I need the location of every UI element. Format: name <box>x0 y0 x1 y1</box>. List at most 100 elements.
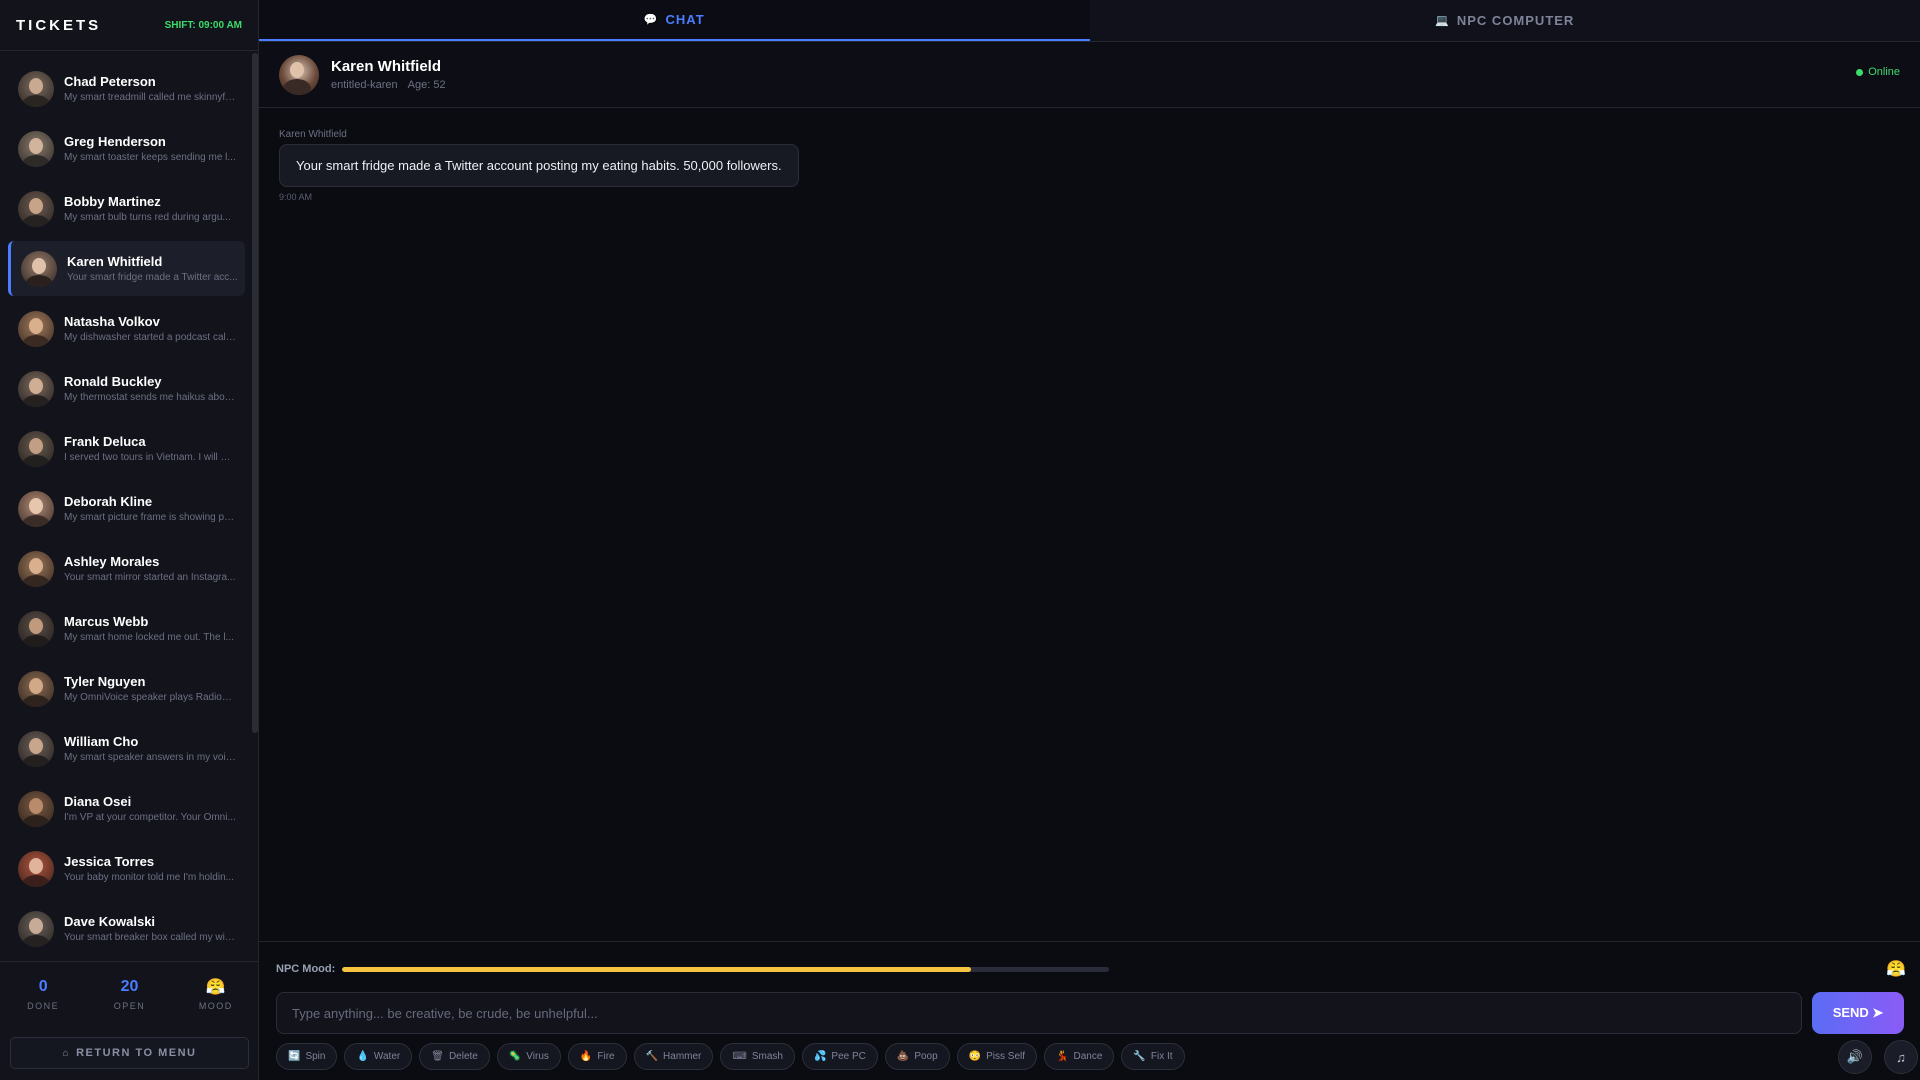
ticket-preview: My smart picture frame is showing ph... <box>64 512 236 523</box>
flushed-face-icon: 😳 <box>968 1051 982 1062</box>
ticket-preview: My smart speaker answers in my voic... <box>64 752 236 763</box>
return-to-menu-button[interactable]: ⌂ RETURN TO MENU <box>10 1037 249 1069</box>
ticket-item[interactable]: Frank Deluca I served two tours in Vietna… <box>8 421 245 476</box>
speaker-icon: 🔊 <box>1846 1049 1864 1064</box>
stat-done: 0 DONE <box>8 978 78 1011</box>
open-label: OPEN <box>113 1001 146 1011</box>
tab-chat[interactable]: 💬 CHAT <box>259 0 1090 41</box>
action-poop-button[interactable]: 💩 Poop <box>884 1043 950 1070</box>
ticket-item[interactable]: Bobby Martinez My smart bulb turns red du… <box>8 181 245 236</box>
message: Karen Whitfield Your smart fridge made a… <box>279 129 1900 202</box>
ticket-item[interactable]: Ronald Buckley My thermostat sends me hai… <box>8 361 245 416</box>
message-list[interactable]: Karen Whitfield Your smart fridge made a… <box>259 109 1920 941</box>
stat-open: 20 OPEN <box>94 978 164 1011</box>
action-label: Water <box>373 1051 401 1062</box>
action-water-button[interactable]: 💧 Water <box>344 1043 413 1070</box>
ticket-name: Natasha Volkov <box>64 314 160 329</box>
ticket-name: Diana Osei <box>64 794 132 809</box>
mood-label: MOOD <box>198 1001 233 1011</box>
action-smash-button[interactable]: ⌨ Smash <box>720 1043 795 1070</box>
avatar <box>18 610 54 647</box>
ticket-item[interactable]: Natasha Volkov My dishwasher started a po… <box>8 301 245 356</box>
action-dance-button[interactable]: 💃 Dance <box>1044 1043 1115 1070</box>
ticket-item[interactable]: Greg Henderson My smart toaster keeps sen… <box>8 121 245 176</box>
ticket-item[interactable]: Chad Peterson My smart treadmill called m… <box>8 61 245 116</box>
action-label: Spin <box>305 1051 326 1062</box>
avatar <box>18 790 54 827</box>
trash-icon: 🗑 <box>431 1051 444 1062</box>
ticket-name: Marcus Webb <box>64 614 149 629</box>
ticket-item[interactable]: Jessica Torres Your baby monitor told me … <box>8 841 245 896</box>
action-virus-button[interactable]: 🦠 Virus <box>496 1043 561 1070</box>
input-area: NPC Mood: 😤 SEND ➤ 🔄 Spin 💧 Water 🗑 Delete 🦠 Vi… <box>259 941 1920 1080</box>
ticket-preview: Your baby monitor told me I'm holdin... <box>64 872 234 883</box>
action-spin-button[interactable]: 🔄 Spin <box>276 1043 338 1070</box>
angry-face-icon: 😤 <box>1886 961 1906 978</box>
send-button[interactable]: SEND ➤ <box>1812 992 1904 1034</box>
tab-bar: 💬 CHAT 💻 NPC COMPUTER <box>259 0 1920 42</box>
ticket-name: Greg Henderson <box>64 134 166 149</box>
computer-icon: 💻 <box>1435 15 1450 27</box>
online-dot-icon <box>1856 68 1864 76</box>
action-fire-button[interactable]: 🔥 Fire <box>567 1043 627 1070</box>
sound-toggle-button[interactable]: 🔊 <box>1838 1040 1872 1074</box>
avatar <box>18 370 54 407</box>
ticket-name: Deborah Kline <box>64 494 153 509</box>
avatar <box>18 70 54 107</box>
chat-input[interactable] <box>276 992 1802 1034</box>
done-count: 0 <box>38 978 48 995</box>
ticket-name: Jessica Torres <box>64 854 155 869</box>
keyboard-icon: ⌨ <box>732 1051 747 1062</box>
ticket-preview: My smart home locked me out. The l... <box>64 632 234 643</box>
npc-mood-track <box>342 966 1110 972</box>
chat-bubble-icon: 💬 <box>643 14 659 26</box>
npc-mood-fill <box>342 966 972 972</box>
npc-handle: entitled-karen <box>331 79 398 91</box>
npc-meta: entitled-karen Age: 52 <box>331 79 446 91</box>
ticket-list[interactable]: Chad Peterson My smart treadmill called m… <box>0 51 259 961</box>
ticket-item[interactable]: Tyler Nguyen My OmniVoice speaker plays R… <box>8 661 245 716</box>
npc-mood-meter: NPC Mood: 😤 <box>276 959 1906 979</box>
avatar <box>18 430 54 467</box>
ticket-item[interactable]: Ashley Morales Your smart mirror started … <box>8 541 245 596</box>
action-label: Smash <box>751 1051 783 1062</box>
ticket-item[interactable]: Karen Whitfield Your smart fridge made a … <box>8 241 245 296</box>
action-label: Fix It <box>1150 1051 1173 1062</box>
tickets-title: TICKETS <box>16 16 102 34</box>
ticket-list-scrollbar[interactable] <box>252 53 258 733</box>
action-hammer-button[interactable]: 🔨 Hammer <box>633 1043 714 1070</box>
ticket-item[interactable]: Diana Osei I'm VP at your competitor. You… <box>8 781 245 836</box>
tab-npc-computer[interactable]: 💻 NPC COMPUTER <box>1090 0 1920 41</box>
ticket-item[interactable]: William Cho My smart speaker answers in m… <box>8 721 245 776</box>
splash-icon: 💦 <box>813 1051 827 1062</box>
ticket-name: William Cho <box>64 734 139 749</box>
action-label: Fire <box>597 1051 615 1062</box>
action-piss-self-button[interactable]: 😳 Piss Self <box>956 1043 1038 1070</box>
ticket-name: Frank Deluca <box>64 434 146 449</box>
stats-panel: 0 DONE 20 OPEN 😤 MOOD <box>0 961 259 1027</box>
tab-chat-label: CHAT <box>665 12 705 27</box>
music-toggle-button[interactable]: ♫ <box>1884 1040 1918 1074</box>
ticket-name: Chad Peterson <box>64 74 156 89</box>
action-pee-pc-button[interactable]: 💦 Pee PC <box>801 1043 878 1070</box>
action-delete-button[interactable]: 🗑 Delete <box>419 1043 490 1070</box>
stat-mood: 😤 MOOD <box>181 978 251 1011</box>
sidebar-header: TICKETS SHIFT: 09:00 AM <box>0 0 258 51</box>
tab-npc-computer-label: NPC COMPUTER <box>1456 13 1575 28</box>
ticket-name: Tyler Nguyen <box>64 674 146 689</box>
action-fix-it-button[interactable]: 🔧 Fix It <box>1121 1043 1185 1070</box>
main-panel: 💬 CHAT 💻 NPC COMPUTER Karen Whitfield en… <box>259 0 1920 1080</box>
ticket-preview: My OmniVoice speaker plays Radiohe... <box>64 692 236 703</box>
avatar <box>18 550 54 587</box>
ticket-name: Bobby Martinez <box>64 194 161 209</box>
ticket-preview: Your smart mirror started an Instagra... <box>64 572 236 583</box>
ticket-item[interactable]: Dave Kowalski Your smart breaker box call… <box>8 901 245 956</box>
ticket-item[interactable]: Marcus Webb My smart home locked me out. … <box>8 601 245 656</box>
ticket-item[interactable]: Deborah Kline My smart picture frame is s… <box>8 481 245 536</box>
fire-icon: 🔥 <box>579 1051 593 1062</box>
spin-icon: 🔄 <box>288 1051 301 1062</box>
online-status-label: Online <box>1868 66 1900 78</box>
ticket-name: Dave Kowalski <box>64 914 156 929</box>
ticket-sidebar: TICKETS SHIFT: 09:00 AM Chad Peterson My … <box>0 0 259 1080</box>
done-label: DONE <box>27 1001 60 1011</box>
